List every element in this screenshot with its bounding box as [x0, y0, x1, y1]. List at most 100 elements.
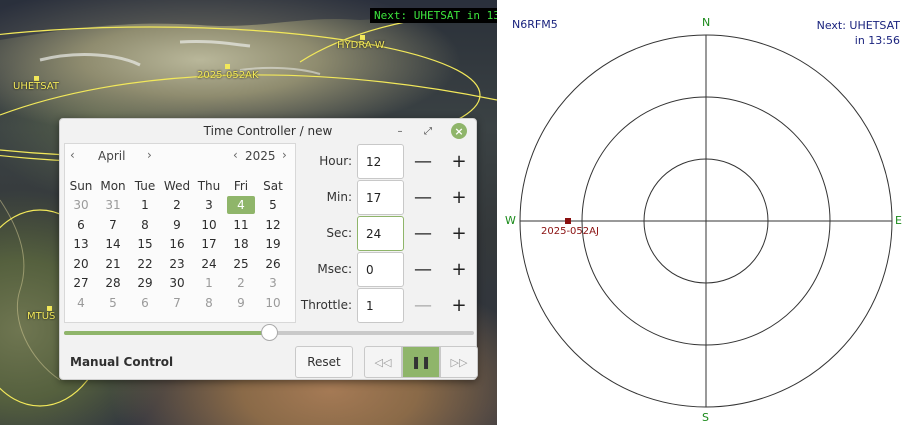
calendar-day[interactable]: 12 — [257, 218, 289, 232]
satellite-label-mtus: MTUS — [27, 311, 56, 322]
calendar-day[interactable]: 18 — [225, 237, 257, 251]
calendar-week: 4 5 6 7 8 9 10 — [65, 293, 295, 313]
next-year-icon[interactable]: › — [282, 148, 287, 162]
prev-month-icon[interactable]: ‹ — [70, 148, 75, 162]
throttle-input[interactable]: 1 — [357, 288, 404, 323]
calendar-day-selected[interactable]: 4 — [227, 196, 255, 215]
second-decrement-button[interactable]: — — [405, 216, 441, 251]
calendar-day[interactable]: 23 — [161, 257, 193, 271]
throttle-increment-button[interactable]: + — [441, 288, 477, 323]
calendar-day[interactable]: 9 — [161, 218, 193, 232]
calendar-day[interactable]: 22 — [129, 257, 161, 271]
calendar-day[interactable]: 2 — [161, 198, 193, 212]
polar-grid — [519, 34, 893, 408]
calendar-day[interactable]: 13 — [65, 237, 97, 251]
calendar-day[interactable]: 5 — [257, 198, 289, 212]
calendar-day[interactable]: 19 — [257, 237, 289, 251]
hour-decrement-button[interactable]: — — [405, 144, 441, 179]
direction-west: W — [505, 214, 516, 227]
calendar-day[interactable]: 3 — [257, 276, 289, 290]
reset-button[interactable]: Reset — [295, 346, 353, 378]
rewind-icon[interactable]: ◁◁ — [364, 346, 402, 378]
minute-row: Min: 17 — + — [300, 180, 478, 216]
calendar-day[interactable]: 9 — [225, 296, 257, 310]
close-icon[interactable]: × — [451, 123, 467, 139]
hour-input[interactable]: 12 — [357, 144, 404, 179]
calendar-day[interactable]: 7 — [97, 218, 129, 232]
minute-decrement-button[interactable]: — — [405, 180, 441, 215]
calendar-day[interactable]: 17 — [193, 237, 225, 251]
calendar-day[interactable]: 1 — [129, 198, 161, 212]
station-name: N6RFM5 — [512, 18, 558, 31]
time-slider[interactable] — [64, 324, 474, 341]
calendar-day[interactable]: 8 — [129, 218, 161, 232]
pause-icon[interactable]: ❚❚ — [402, 346, 440, 378]
calendar-day[interactable]: 27 — [65, 276, 97, 290]
hour-label: Hour: — [319, 154, 352, 168]
calendar-day[interactable]: 2 — [225, 276, 257, 290]
calendar-day[interactable]: 5 — [97, 296, 129, 310]
satellite-label-hydra: HYDRA-W — [337, 40, 385, 51]
calendar-day[interactable]: 7 — [161, 296, 193, 310]
time-controller-dialog: Time Controller / new – ⤢ × ‹ April › ‹ … — [59, 118, 478, 380]
polar-view[interactable]: N6RFM5 Next: UHETSAT in 13:56 N S W E 20… — [497, 0, 908, 425]
next-pass-overlay: Next: UHETSAT in 13:56 — [370, 8, 497, 23]
prev-year-icon[interactable]: ‹ — [233, 148, 238, 162]
millisecond-increment-button[interactable]: + — [441, 252, 477, 287]
weekday-label: Sun — [69, 178, 93, 193]
calendar-day[interactable]: 26 — [257, 257, 289, 271]
next-pass-satellite: Next: UHETSAT — [816, 19, 900, 32]
calendar-day[interactable]: 10 — [257, 296, 289, 310]
calendar-day[interactable]: 1 — [193, 276, 225, 290]
calendar-day[interactable]: 24 — [193, 257, 225, 271]
calendar-day[interactable]: 4 — [65, 296, 97, 310]
satellite-label-2025-052ak: 2025-052AK — [197, 70, 259, 81]
minimize-icon[interactable]: – — [392, 123, 408, 139]
calendar-day[interactable]: 25 — [225, 257, 257, 271]
calendar-day[interactable]: 11 — [225, 218, 257, 232]
millisecond-label: Msec: — [317, 262, 352, 276]
month-label: April — [98, 149, 126, 163]
millisecond-decrement-button[interactable]: — — [405, 252, 441, 287]
weekday-label: Thu — [197, 178, 221, 193]
calendar-day[interactable]: 15 — [129, 237, 161, 251]
satellite-marker-2025-052aj[interactable] — [565, 218, 571, 224]
calendar-day[interactable]: 28 — [97, 276, 129, 290]
calendar-day[interactable]: 30 — [161, 276, 193, 290]
time-slider-handle[interactable] — [261, 324, 278, 341]
calendar-day[interactable]: 29 — [129, 276, 161, 290]
dialog-titlebar[interactable]: Time Controller / new – ⤢ × — [60, 119, 476, 143]
calendar-day[interactable]: 3 — [193, 198, 225, 212]
calendar-day[interactable]: 16 — [161, 237, 193, 251]
weekday-label: Sat — [263, 178, 283, 193]
millisecond-input[interactable]: 0 — [357, 252, 404, 287]
second-input[interactable]: 24 — [357, 216, 404, 251]
calendar-day[interactable]: 30 — [65, 198, 97, 212]
calendar-day[interactable]: 20 — [65, 257, 97, 271]
restore-icon[interactable]: ⤢ — [420, 123, 436, 139]
satellite-marker-2025-052ak[interactable] — [225, 64, 230, 69]
calendar-day[interactable]: 31 — [97, 198, 129, 212]
direction-north: N — [702, 16, 711, 29]
hour-increment-button[interactable]: + — [441, 144, 477, 179]
fast-forward-icon[interactable]: ▷▷ — [440, 346, 478, 378]
throttle-decrement-button[interactable]: — — [405, 288, 441, 323]
weekday-label: Fri — [233, 178, 249, 193]
throttle-row: Throttle: 1 — + — [300, 288, 478, 324]
second-increment-button[interactable]: + — [441, 216, 477, 251]
minute-increment-button[interactable]: + — [441, 180, 477, 215]
calendar-day[interactable]: 21 — [97, 257, 129, 271]
year-label: 2025 — [245, 149, 276, 163]
minute-label: Min: — [326, 190, 352, 204]
mode-label: Manual Control — [70, 355, 174, 369]
minute-input[interactable]: 17 — [357, 180, 404, 215]
calendar-day[interactable]: 14 — [97, 237, 129, 251]
hour-row: Hour: 12 — + — [300, 144, 478, 180]
calendar-day[interactable]: 10 — [193, 218, 225, 232]
satellite-label-uhetsat: UHETSAT — [13, 81, 59, 92]
calendar-day[interactable]: 8 — [193, 296, 225, 310]
calendar-day[interactable]: 6 — [65, 218, 97, 232]
calendar-day[interactable]: 6 — [129, 296, 161, 310]
next-month-icon[interactable]: › — [147, 148, 152, 162]
millisecond-row: Msec: 0 — + — [300, 252, 478, 288]
